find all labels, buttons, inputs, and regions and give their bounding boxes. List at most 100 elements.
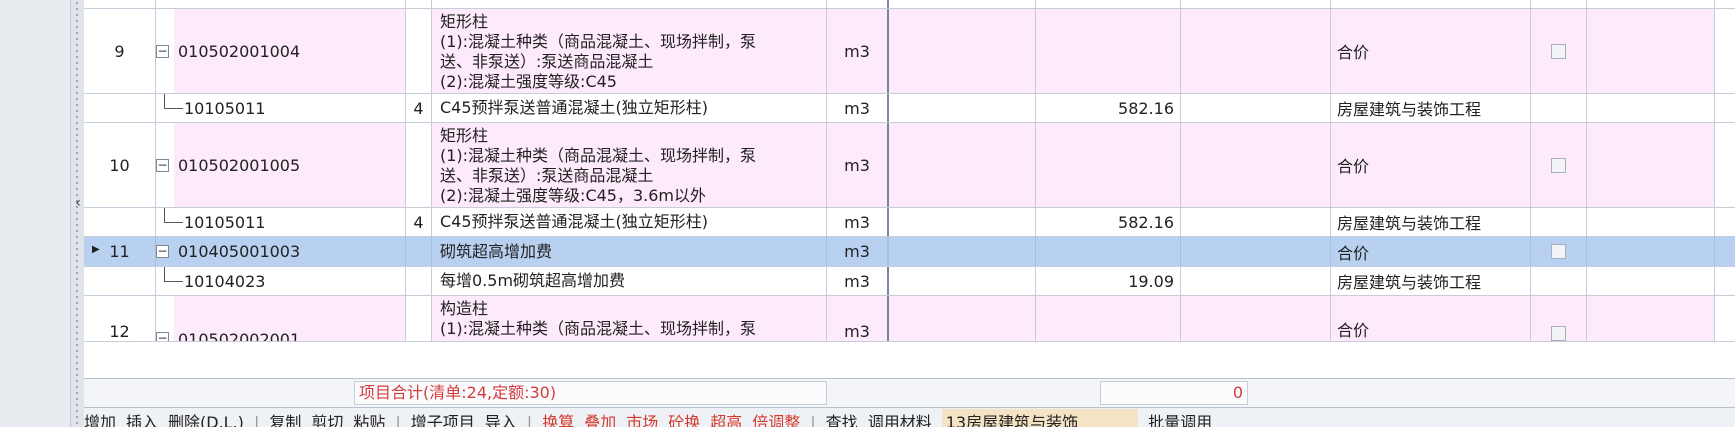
toolbar-button[interactable]: 剪切 [311,409,343,427]
count-cell[interactable] [406,237,432,266]
empty-cell[interactable] [1181,94,1331,122]
name-cell[interactable] [432,0,827,8]
checkbox-cell[interactable] [1531,296,1587,341]
empty-cell[interactable] [1181,9,1331,93]
toolbar-button[interactable]: 调用材料 [868,409,932,427]
empty-cell[interactable] [1181,296,1331,341]
toolbar-button[interactable]: 超高 [710,409,742,427]
price-cell[interactable] [1036,0,1181,8]
code-cell[interactable]: −010502001005 [156,123,406,207]
toolbar-button[interactable]: 市场 [626,409,658,427]
row-number[interactable] [84,0,156,8]
collapse-toggle-icon[interactable]: − [156,158,169,172]
row-checkbox[interactable] [1551,43,1566,59]
price-cell[interactable] [1036,9,1181,93]
empty-cell[interactable] [889,9,1036,93]
count-cell[interactable] [406,123,432,207]
price-cell[interactable]: 582.16 [1036,208,1181,236]
price-cell[interactable] [1036,237,1181,266]
checkbox-cell[interactable] [1531,123,1587,207]
empty-cell[interactable] [1587,237,1715,266]
code-cell[interactable]: 10104023 [156,267,406,295]
code-cell[interactable] [156,0,406,8]
row-number[interactable]: 11 ▶ [84,237,156,266]
price-cell[interactable] [1036,123,1181,207]
checkbox-cell[interactable] [1531,9,1587,93]
count-cell[interactable] [406,267,432,295]
toolbar-button[interactable]: 删除(D.L.) [168,409,244,427]
code-cell[interactable]: −010502001004 [156,9,406,93]
empty-cell[interactable] [1587,267,1715,295]
checkbox-cell[interactable] [1531,0,1587,8]
unit-cell[interactable]: m3 [827,296,889,341]
checkbox-cell[interactable] [1531,94,1587,122]
row-checkbox[interactable] [1551,157,1566,173]
unit-cell[interactable]: m3 [827,237,889,266]
toolbar-button[interactable]: 增子项目 [411,409,475,427]
row-number[interactable]: 9 [84,9,156,93]
name-cell[interactable]: C45预拌泵送普通混凝土(独立矩形柱) [432,94,827,122]
library-select[interactable]: 13房屋建筑与装饰 [941,409,1139,427]
count-cell[interactable]: 4 [406,208,432,236]
table-row[interactable]: 12 −010502002001 构造柱 (1):混凝土种类（商品混凝土、现场拌制，泵… [84,296,1735,342]
type-cell[interactable]: 房屋建筑与装饰工程 [1331,208,1531,236]
empty-cell[interactable] [1181,123,1331,207]
count-cell[interactable] [406,296,432,341]
empty-cell[interactable] [1181,0,1331,8]
toolbar-button[interactable]: 砼换 [668,409,700,427]
empty-cell[interactable] [889,123,1036,207]
name-cell[interactable]: 矩形柱 (1):混凝土种类（商品混凝土、现场拌制，泵 送、非泵送）:泵送商品混凝土(… [432,123,827,207]
checkbox-cell[interactable] [1531,267,1587,295]
empty-cell[interactable] [1587,0,1715,8]
count-cell[interactable] [406,9,432,93]
type-cell[interactable]: 合价 [1331,237,1531,266]
code-cell[interactable]: −010405001003 [156,237,406,266]
table-row[interactable]: 10 −010502001005 矩形柱 (1):混凝土种类（商品混凝土、现场拌制，泵… [84,123,1735,208]
name-cell[interactable]: 砌筑超高增加费 [432,237,827,266]
row-number[interactable] [84,208,156,236]
collapse-toggle-icon[interactable]: − [156,245,169,258]
batch-call-button[interactable]: 批量调用 [1148,409,1212,427]
unit-cell[interactable]: m3 [827,123,889,207]
price-cell[interactable]: 19.09 [1036,267,1181,295]
unit-cell[interactable]: m3 [827,94,889,122]
code-cell[interactable]: 10105011 [156,94,406,122]
code-cell[interactable]: −010502002001 [156,296,406,341]
type-cell[interactable]: 房屋建筑与装饰工程 [1331,94,1531,122]
toolbar-button[interactable]: 叠加 [584,409,616,427]
table-row[interactable]: 10104023 每增0.5m砌筑超高增加费 m3 19.09 房屋建筑与装饰工程 [84,267,1735,296]
table-row[interactable]: 房屋建筑与装饰工程 [84,0,1735,9]
unit-cell[interactable]: m3 [827,208,889,236]
toolbar-button[interactable]: 插入 [126,409,158,427]
table-row[interactable]: 10105011 4 C45预拌泵送普通混凝土(独立矩形柱) m3 582.16 房屋建筑… [84,94,1735,123]
toolbar-button[interactable]: 查找 [826,409,858,427]
checkbox-cell[interactable] [1531,237,1587,266]
type-cell[interactable]: 合价 [1331,296,1531,341]
unit-cell[interactable]: m3 [827,9,889,93]
unit-cell[interactable] [827,0,889,8]
table-row[interactable]: 9 −010502001004 矩形柱 (1):混凝土种类（商品混凝土、现场拌制，泵送… [84,9,1735,94]
empty-cell[interactable] [1587,123,1715,207]
empty-cell[interactable] [1181,208,1331,236]
toolbar-button[interactable]: 复制 [269,409,301,427]
price-cell[interactable]: 582.16 [1036,94,1181,122]
empty-cell[interactable] [1587,208,1715,236]
checkbox-cell[interactable] [1531,208,1587,236]
collapse-toggle-icon[interactable]: − [156,332,169,341]
empty-cell[interactable] [1587,94,1715,122]
name-cell[interactable]: 矩形柱 (1):混凝土种类（商品混凝土、现场拌制，泵 送、非泵送）:泵送商品混凝土(… [432,9,827,93]
toolbar-button[interactable]: 导入 [485,409,517,427]
row-number[interactable]: 10 [84,123,156,207]
type-cell[interactable]: 房屋建筑与装饰工程 [1331,267,1531,295]
type-cell[interactable]: 合价 [1331,123,1531,207]
name-cell[interactable]: 构造柱 (1):混凝土种类（商品混凝土、现场拌制，泵 [432,296,827,341]
collapse-toggle-icon[interactable]: − [156,44,169,58]
splitter-grip[interactable] [74,0,80,427]
empty-cell[interactable] [889,237,1036,266]
toolbar-button[interactable]: 换算 [542,409,574,427]
toolbar-button[interactable]: 倍调整 [752,409,800,427]
empty-cell[interactable] [889,267,1036,295]
empty-cell[interactable] [1587,296,1715,341]
toolbar-button[interactable]: 粘贴 [353,409,385,427]
type-cell[interactable]: 房屋建筑与装饰工程 [1331,0,1531,8]
